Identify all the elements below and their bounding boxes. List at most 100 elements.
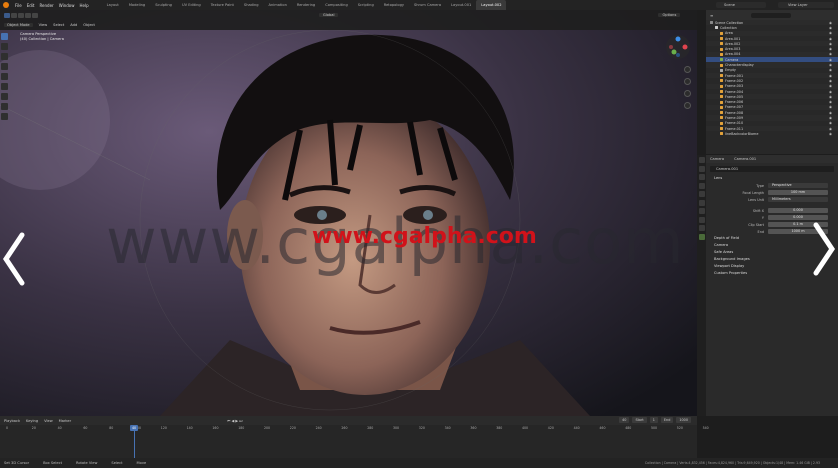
add-cube-tool-icon[interactable] [1, 113, 8, 120]
select-menu[interactable]: Select [53, 23, 64, 27]
scene-selector[interactable]: Scene [716, 2, 766, 8]
workspace-tab-sculpting[interactable]: Sculpting [150, 0, 177, 10]
previous-arrow-icon[interactable] [2, 232, 26, 286]
playhead-marker[interactable]: 40 [130, 425, 138, 431]
cursor-tool-icon[interactable] [1, 43, 8, 50]
visibility-eye-icon[interactable]: ◉ [829, 105, 832, 109]
visibility-eye-icon[interactable]: ◉ [829, 100, 832, 104]
camera-object-breadcrumb[interactable]: Camera [710, 157, 724, 161]
visibility-eye-icon[interactable]: ◉ [829, 63, 832, 67]
3d-viewport[interactable]: www.cgalpha.com www.cgalpha.com Global O… [0, 10, 697, 416]
next-arrow-icon[interactable] [812, 222, 836, 276]
outliner-search-input[interactable] [751, 12, 792, 18]
end-frame-field[interactable]: 1000 [676, 417, 691, 423]
select-mode-icon[interactable] [4, 12, 10, 18]
physics-tab-icon[interactable] [698, 225, 705, 231]
scale-tool-icon[interactable] [1, 73, 8, 80]
measure-tool-icon[interactable] [1, 103, 8, 110]
workspace-tab-shrum-camera[interactable]: Shrum Camera [409, 0, 446, 10]
menu-file[interactable]: File [15, 3, 22, 8]
camera-data-breadcrumb[interactable]: Camera.001 [734, 157, 756, 161]
visibility-eye-icon[interactable]: ◉ [829, 42, 832, 46]
property-value-field[interactable]: Perspective [768, 183, 828, 188]
workspace-tab-texture-paint[interactable]: Texture Paint [206, 0, 239, 10]
play-controls[interactable]: ⏮ ◀ ▶ ⏭ [227, 419, 242, 423]
visibility-eye-icon[interactable]: ◉ [829, 132, 832, 136]
transform-tool-icon[interactable] [1, 83, 8, 90]
playback-menu[interactable]: Playback [4, 419, 20, 423]
subtract-mode-icon[interactable] [18, 12, 24, 18]
visibility-eye-icon[interactable]: ◉ [829, 90, 832, 94]
add-menu[interactable]: Add [70, 23, 77, 27]
marker-menu[interactable]: Marker [59, 419, 71, 423]
visibility-eye-icon[interactable]: ◉ [829, 58, 832, 62]
workspace-tab-uv-editing[interactable]: UV Editing [177, 0, 206, 10]
zoom-icon[interactable] [684, 66, 691, 73]
current-frame-field[interactable]: 40 [619, 417, 630, 423]
camera-view-icon[interactable] [684, 90, 691, 97]
property-value-field[interactable]: 0.000 [768, 208, 828, 213]
render-tab-icon[interactable] [698, 165, 705, 172]
view-layer-selector[interactable]: View Layer [778, 2, 834, 8]
start-frame-field[interactable]: 1 [649, 417, 658, 423]
workspace-tab-modeling[interactable]: Modeling [124, 0, 150, 10]
visibility-eye-icon[interactable]: ◉ [829, 84, 832, 88]
pan-hand-icon[interactable] [684, 78, 691, 85]
camera-data-name-field[interactable]: Camera.001 [710, 166, 834, 172]
visibility-eye-icon[interactable]: ◉ [829, 52, 832, 56]
visibility-eye-icon[interactable]: ◉ [829, 37, 832, 41]
intersect-mode-icon[interactable] [32, 12, 38, 18]
options-dropdown[interactable]: Options [658, 13, 681, 17]
invert-mode-icon[interactable] [25, 12, 31, 18]
annotate-tool-icon[interactable] [1, 93, 8, 100]
visibility-eye-icon[interactable]: ◉ [829, 111, 832, 115]
visibility-eye-icon[interactable]: ◉ [829, 95, 832, 99]
visibility-eye-icon[interactable]: ◉ [829, 47, 832, 51]
workspace-tab-retopology[interactable]: Retopology [379, 0, 409, 10]
visibility-eye-icon[interactable]: ◉ [829, 21, 832, 25]
object-tab-icon[interactable] [698, 208, 705, 214]
workspace-tab-compositing[interactable]: Compositing [320, 0, 353, 10]
world-tab-icon[interactable] [698, 199, 705, 206]
tool-tab-icon[interactable] [698, 157, 705, 163]
outliner-row[interactable]: lineBackcolorBiome ◉ [706, 131, 838, 136]
workspace-tab-layout-001[interactable]: Layout.001 [446, 0, 476, 10]
move-tool-icon[interactable] [1, 53, 8, 60]
constraints-tab-icon[interactable] [698, 216, 705, 223]
output-tab-icon[interactable] [698, 174, 705, 180]
scene-tab-icon[interactable] [698, 191, 705, 197]
workspace-tab-layout[interactable]: Layout [102, 0, 124, 10]
keying-menu[interactable]: Keying [26, 419, 38, 423]
blender-logo-icon[interactable] [3, 2, 9, 8]
camera-data-tab-icon[interactable] [698, 233, 705, 240]
visibility-eye-icon[interactable]: ◉ [829, 26, 832, 30]
property-value-field[interactable]: 100 mm [768, 190, 828, 195]
object-mode-dropdown[interactable]: Object Mode [4, 23, 33, 27]
visibility-eye-icon[interactable]: ◉ [829, 74, 832, 78]
menu-help[interactable]: Help [79, 3, 88, 8]
visibility-eye-icon[interactable]: ◉ [829, 116, 832, 120]
menu-render[interactable]: Render [39, 3, 53, 8]
view-layer-tab-icon[interactable] [698, 182, 705, 189]
object-menu[interactable]: Object [83, 23, 95, 27]
workspace-tab-layout-002[interactable]: Layout.002 [476, 0, 507, 10]
view-menu[interactable]: View [39, 23, 48, 27]
extend-mode-icon[interactable] [11, 12, 17, 18]
lens-section-header[interactable]: Lens [706, 175, 838, 182]
property-value-field[interactable]: 0.000 [768, 215, 828, 220]
visibility-eye-icon[interactable]: ◉ [829, 121, 832, 125]
navigation-gizmo[interactable] [665, 34, 691, 60]
select-box-tool-icon[interactable] [1, 33, 8, 40]
transform-orientation-dropdown[interactable]: Global [319, 13, 339, 17]
property-value-field[interactable]: Millimeters [768, 197, 828, 202]
workspace-tab-rendering[interactable]: Rendering [292, 0, 320, 10]
workspace-tab-animation[interactable]: Animation [264, 0, 292, 10]
perspective-grid-icon[interactable] [684, 102, 691, 109]
outliner-filter-icon[interactable]: ≡ [710, 13, 713, 18]
rotate-tool-icon[interactable] [1, 63, 8, 70]
timeline-ruler[interactable]: 0 20 40 60 80 100 120 140 160 180 200 220 240 260 280 3… [0, 425, 709, 432]
visibility-eye-icon[interactable]: ◉ [829, 31, 832, 35]
view-menu-timeline[interactable]: View [44, 419, 53, 423]
visibility-eye-icon[interactable]: ◉ [829, 127, 832, 131]
menu-edit[interactable]: Edit [27, 3, 35, 8]
